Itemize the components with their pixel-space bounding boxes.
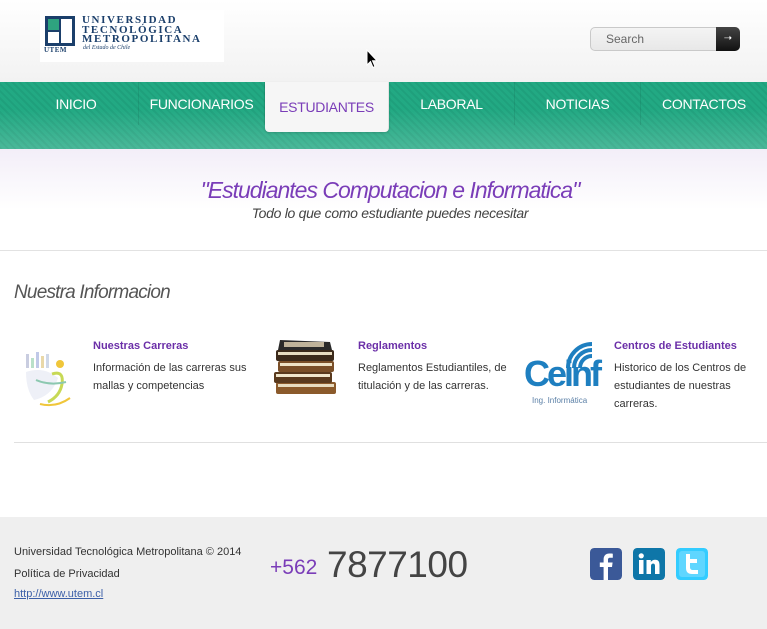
nav-item-laboral[interactable]: LABORAL: [389, 82, 515, 125]
nav-item-inicio[interactable]: INICIO: [14, 82, 139, 125]
nav-item-estudiantes[interactable]: ESTUDIANTES: [265, 82, 389, 132]
hero-subtitle: Todo lo que como estudiante puedes neces…: [251, 205, 529, 221]
hero-banner: "Estudiantes Computacion e Informatica" …: [0, 149, 767, 251]
nav-item-funcionarios[interactable]: FUNCIONARIOS: [139, 82, 265, 125]
card-title-carreras[interactable]: Nuestras Carreras: [93, 340, 188, 352]
twitter-icon[interactable]: [676, 548, 708, 580]
card-text-reglamentos: Reglamentos Estudiantiles, de titulación…: [358, 362, 507, 392]
ceinf-logo-icon[interactable]: Ceinf Ing. Informática: [524, 336, 602, 408]
card-title-reglamentos[interactable]: Reglamentos: [358, 340, 427, 352]
arrow-right-icon: ➝: [723, 33, 733, 44]
card-text-carreras: Información de las carreras sus mallas y…: [93, 362, 247, 392]
site-header: UTEM UNIVERSIDAD TECNOLÓGICA METROPOLITA…: [0, 0, 767, 82]
logo-subtitle: del Estado de Chile: [83, 45, 131, 51]
search-submit-button[interactable]: ➝: [716, 27, 740, 51]
section-divider: [14, 442, 767, 443]
linkedin-icon[interactable]: [633, 548, 665, 580]
phone-prefix: +562: [270, 556, 318, 579]
section-title: Nuestra Informacion: [14, 282, 171, 303]
card-text-centros: Historico de los Centros de estudiantes …: [614, 362, 747, 410]
facebook-icon[interactable]: [590, 548, 622, 580]
books-icon[interactable]: [270, 338, 342, 402]
hero-title: "Estudiantes Computacion e Informatica": [200, 177, 581, 203]
phone-number: 7877100: [327, 544, 468, 585]
logo-acronym: UTEM: [44, 46, 67, 54]
utem-emblem-icon: [45, 16, 75, 46]
search-input[interactable]: [591, 28, 717, 50]
utem-logo[interactable]: UTEM UNIVERSIDAD TECNOLÓGICA METROPOLITA…: [40, 10, 224, 62]
ceinf-logo-text: Ceinf: [524, 353, 602, 394]
footer-website-link[interactable]: http://www.utem.cl: [14, 588, 103, 600]
footer-copyright: Universidad Tecnológica Metropolitana © …: [14, 546, 242, 558]
site-footer: Universidad Tecnológica Metropolitana © …: [0, 517, 767, 629]
logo-wordmark: UNIVERSIDAD TECNOLÓGICA METROPOLITANA: [82, 14, 202, 45]
search-box: ➝: [590, 27, 740, 51]
mouse-cursor-icon: [366, 49, 378, 69]
ceinf-logo-caption: Ing. Informática: [532, 396, 588, 405]
footer-privacy-link[interactable]: Política de Privacidad: [14, 568, 120, 580]
nav-item-contactos[interactable]: CONTACTOS: [641, 82, 767, 125]
career-chart-icon[interactable]: [22, 350, 76, 408]
nav-item-noticias[interactable]: NOTICIAS: [515, 82, 641, 125]
card-title-centros[interactable]: Centros de Estudiantes: [614, 340, 737, 352]
main-nav: INICIO FUNCIONARIOS ESTUDIANTES LABORAL …: [14, 82, 767, 132]
